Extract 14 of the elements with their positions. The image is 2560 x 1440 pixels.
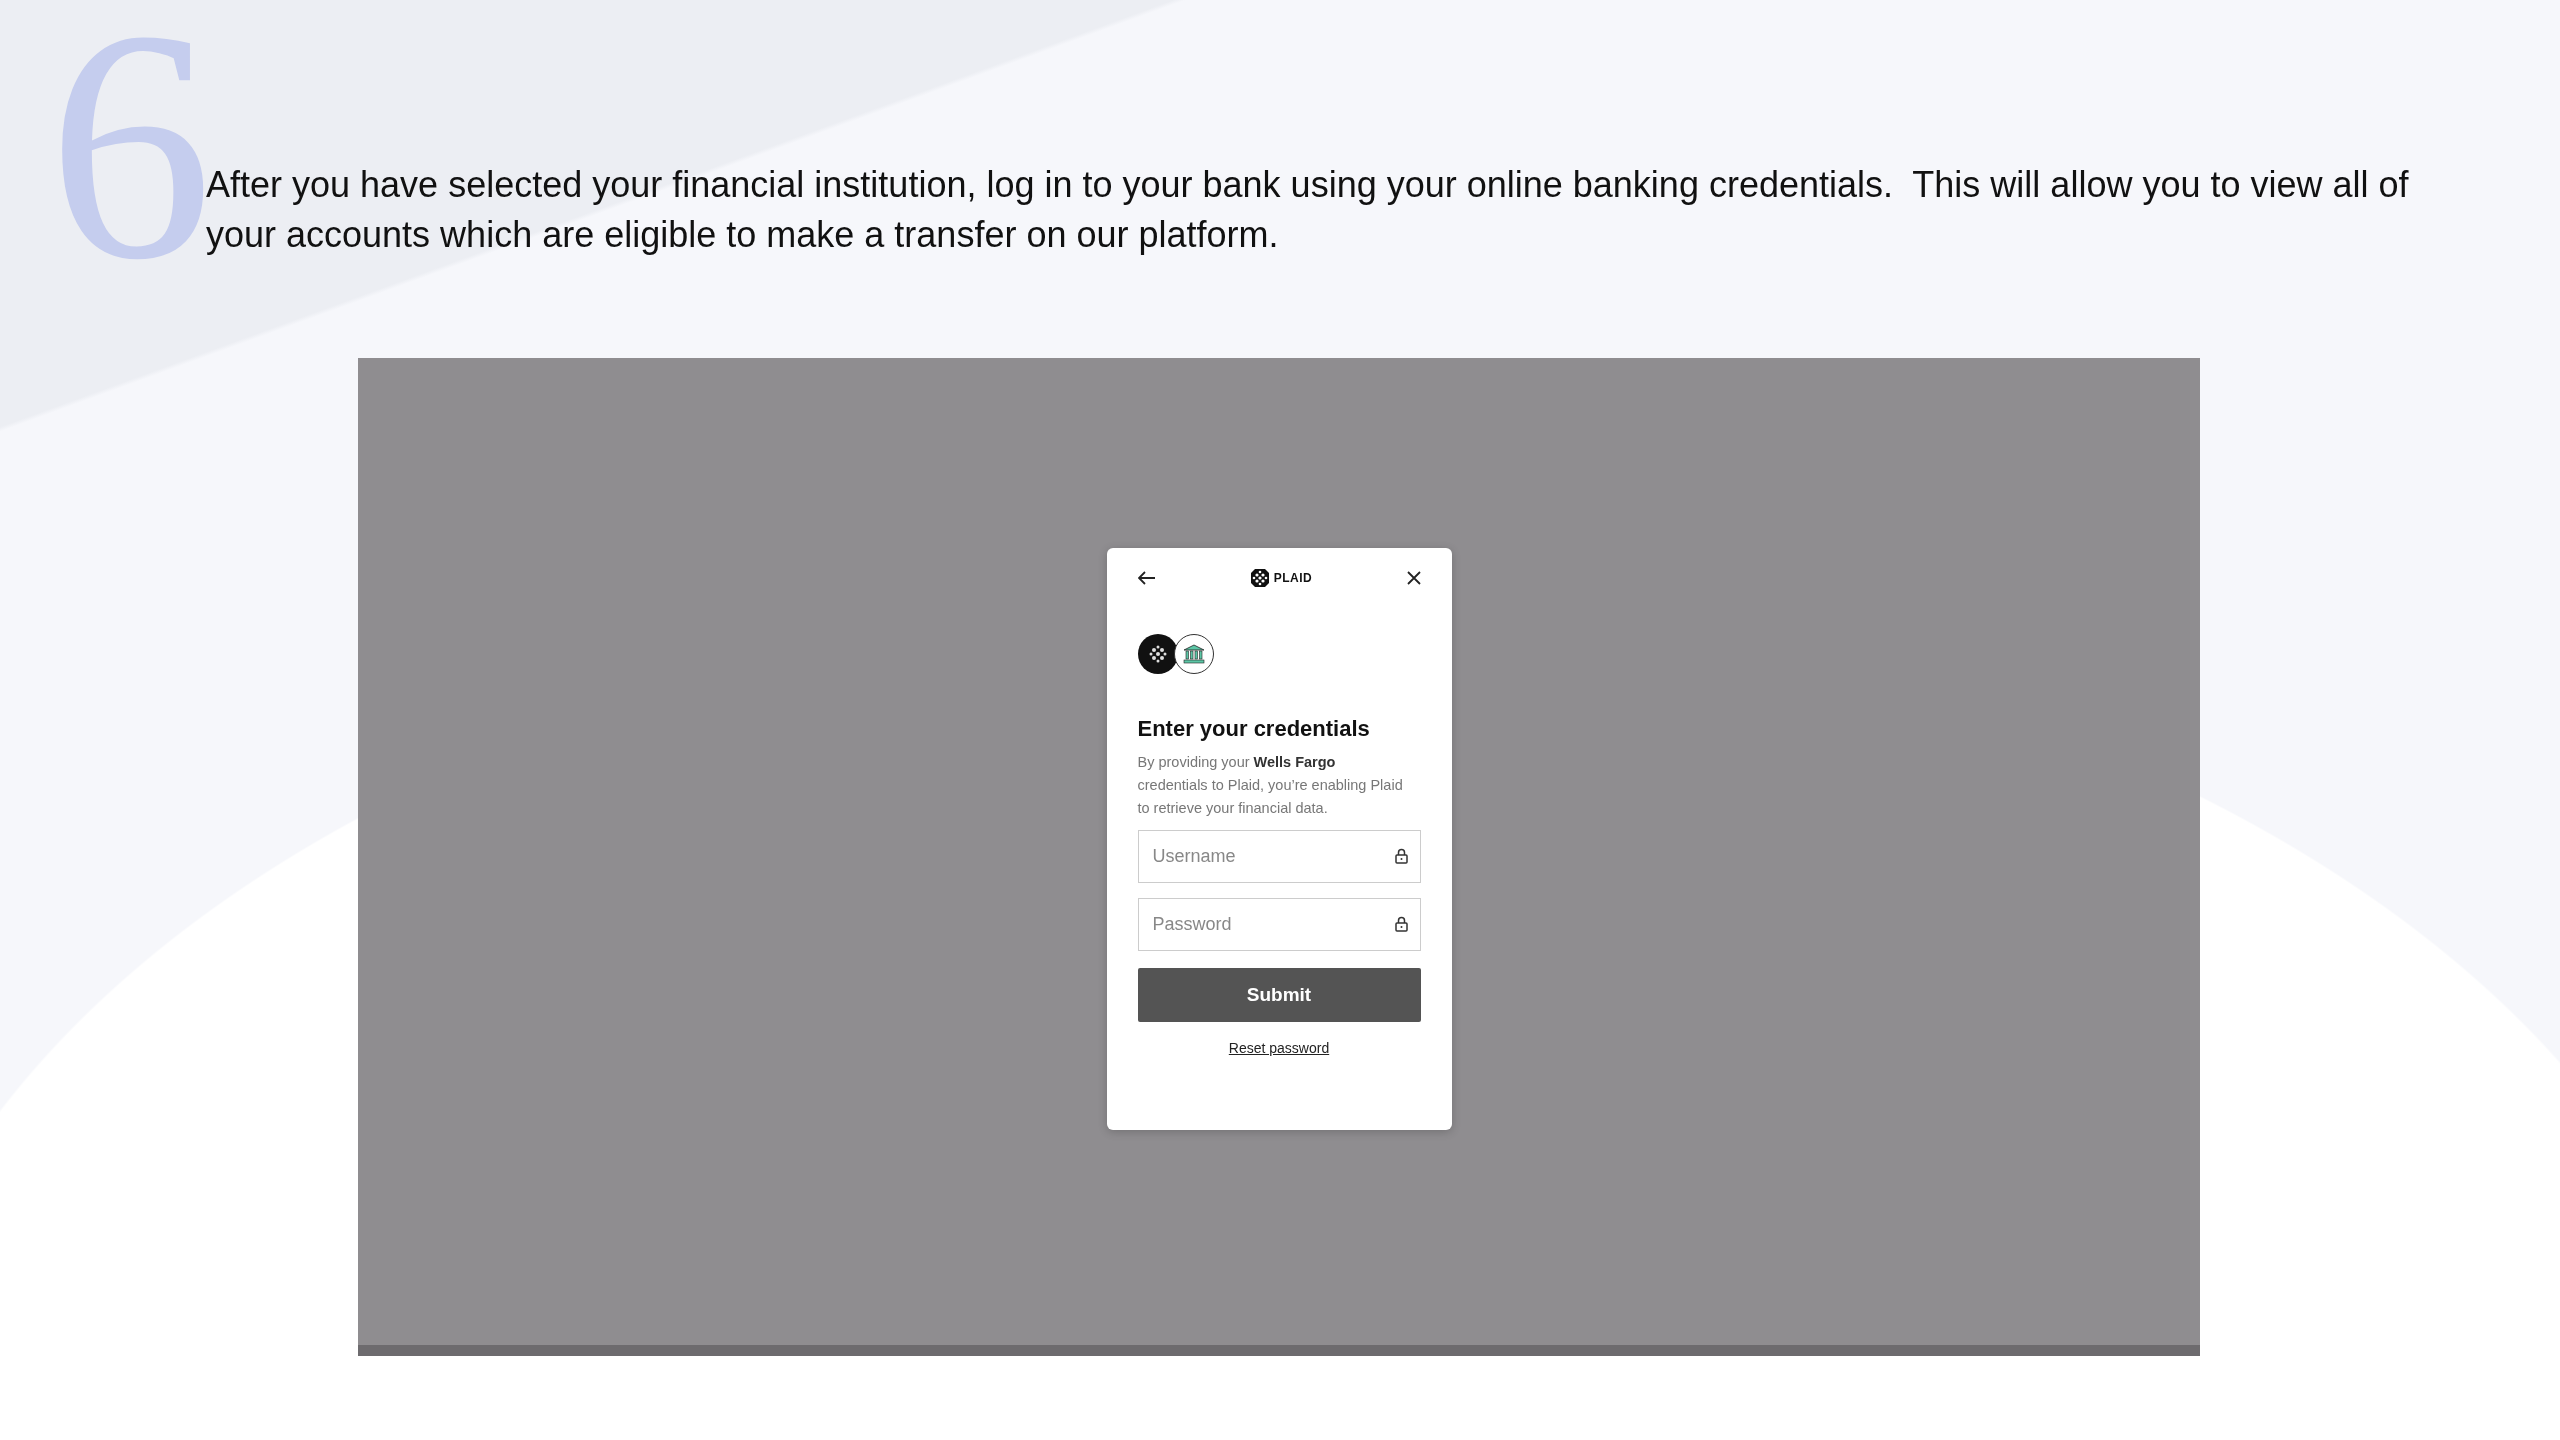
logo-icon <box>1249 568 1270 588</box>
submit-button[interactable]: Submit <box>1137 968 1421 1022</box>
logo-text: PLAID <box>1273 570 1313 587</box>
back-arrow-icon[interactable] <box>1137 571 1156 585</box>
reset-password-link[interactable]: Reset password <box>1228 1038 1330 1059</box>
input-field[interactable]: Username <box>1137 830 1421 883</box>
dialog-title: Enter your credentials <box>1137 715 1371 743</box>
lock-icon <box>1394 916 1408 932</box>
logo-avatar-icon <box>1137 634 1178 674</box>
input-field[interactable]: Password <box>1137 898 1421 951</box>
lock-icon <box>1394 848 1408 864</box>
dialog-description: By providing your Wells Fargo credentials to Plaid, you’re enabling Plaid to retrieve your financial data. <box>1137 753 1404 818</box>
close-icon[interactable] <box>1406 571 1421 585</box>
bank-building-icon <box>1173 634 1214 674</box>
